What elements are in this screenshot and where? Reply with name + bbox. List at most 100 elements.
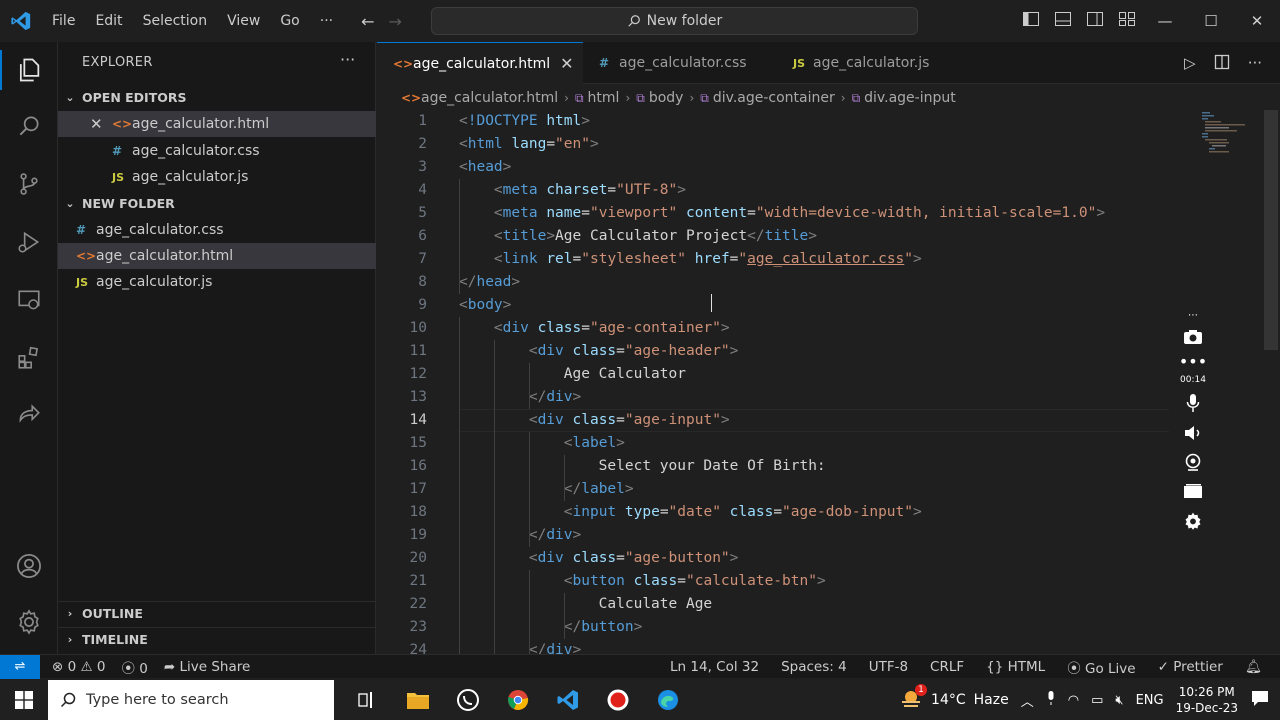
microphone-icon[interactable]: [1186, 393, 1200, 417]
camera-icon[interactable]: [1183, 329, 1203, 349]
open-editor-item[interactable]: ✕ <> age_calculator.html: [58, 111, 376, 137]
wifi-icon[interactable]: ◠: [1068, 693, 1079, 708]
close-window-icon[interactable]: ✕: [1234, 0, 1280, 42]
run-icon[interactable]: ▷: [1184, 54, 1196, 74]
file-tree-item[interactable]: # age_calculator.css: [58, 217, 376, 243]
editor-scrollbar[interactable]: [1264, 110, 1278, 350]
code-line[interactable]: 19 </div>: [377, 524, 1197, 547]
volume-muted-icon[interactable]: 🔇︎: [1115, 693, 1123, 708]
problems-indicator[interactable]: ⊗ 0 ⚠ 0: [52, 659, 106, 675]
webcam-icon[interactable]: [1184, 453, 1202, 475]
code-line[interactable]: 16 Select your Date Of Birth:: [377, 455, 1197, 478]
more-actions-icon[interactable]: ···: [1248, 54, 1262, 74]
chrome-icon[interactable]: [504, 686, 532, 714]
account-icon[interactable]: [0, 542, 58, 590]
speaker-icon[interactable]: [1183, 425, 1203, 445]
language-mode[interactable]: {} HTML: [986, 659, 1045, 675]
window-capture-icon[interactable]: [1183, 483, 1203, 503]
code-line[interactable]: 12 Age Calculator: [377, 363, 1197, 386]
breadcrumb-file[interactable]: age_calculator.html: [421, 90, 558, 106]
task-view-icon[interactable]: [354, 686, 382, 714]
whatsapp-icon[interactable]: [454, 686, 482, 714]
menu-more[interactable]: ···: [310, 0, 343, 42]
menu-view[interactable]: View: [217, 0, 270, 42]
settings-gear-icon[interactable]: [0, 598, 58, 646]
input-language[interactable]: ENG: [1136, 693, 1164, 708]
outline-section[interactable]: › OUTLINE: [58, 601, 376, 625]
network-icon[interactable]: ▭: [1091, 693, 1103, 708]
back-arrow-icon[interactable]: ←: [361, 12, 374, 31]
code-line[interactable]: 1 <!DOCTYPE html>: [377, 110, 1197, 133]
tab-age-calculator-js[interactable]: JS age_calculator.js: [777, 42, 967, 84]
tab-age-calculator-html[interactable]: <> age_calculator.html ✕: [377, 42, 583, 84]
code-line[interactable]: 6 <title>Age Calculator Project</title>: [377, 225, 1197, 248]
code-line[interactable]: 4 <meta charset="UTF-8">: [377, 179, 1197, 202]
folder-section[interactable]: ⌄ NEW FOLDER: [58, 191, 376, 215]
code-line[interactable]: 8 </head>: [377, 271, 1197, 294]
search-activity-icon[interactable]: [0, 102, 58, 150]
menu-edit[interactable]: Edit: [85, 0, 132, 42]
notification-center-icon[interactable]: [1250, 689, 1270, 711]
open-editors-section[interactable]: ⌄ OPEN EDITORS: [58, 85, 376, 109]
live-share-status[interactable]: ➦ Live Share: [164, 659, 250, 675]
code-line[interactable]: 14 <div class="age-input">: [377, 409, 1197, 432]
recorder-settings-icon[interactable]: [1183, 511, 1203, 535]
go-live-button[interactable]: ⦿ Go Live: [1067, 657, 1135, 677]
code-line[interactable]: 23 </button>: [377, 616, 1197, 639]
file-explorer-icon[interactable]: [404, 686, 432, 714]
maximize-icon[interactable]: ☐: [1188, 0, 1234, 42]
encoding[interactable]: UTF-8: [869, 659, 908, 675]
code-line[interactable]: 10 <div class="age-container">: [377, 317, 1197, 340]
microphone-tray-icon[interactable]: [1046, 690, 1056, 710]
code-line[interactable]: 22 Calculate Age: [377, 593, 1197, 616]
menu-file[interactable]: File: [42, 0, 85, 42]
minimize-icon[interactable]: —: [1142, 0, 1188, 42]
close-tab-icon[interactable]: ✕: [560, 54, 573, 73]
vscode-taskbar-icon[interactable]: [554, 686, 582, 714]
menu-go[interactable]: Go: [270, 0, 309, 42]
extensions-icon[interactable]: [0, 334, 58, 382]
minimap[interactable]: [1200, 110, 1270, 654]
code-line[interactable]: 5 <meta name="viewport" content="width=d…: [377, 202, 1197, 225]
breadcrumb-age-container[interactable]: div.age-container: [713, 90, 835, 106]
notifications-bell-icon[interactable]: 🔔︎: [1245, 659, 1262, 675]
run-debug-icon[interactable]: [0, 218, 58, 266]
show-hidden-icons[interactable]: ︿: [1021, 691, 1034, 710]
edge-icon[interactable]: [654, 686, 682, 714]
taskbar-search[interactable]: Type here to search: [48, 680, 334, 720]
indentation[interactable]: Spaces: 4: [781, 659, 847, 675]
explorer-files-icon[interactable]: [0, 46, 58, 94]
toggle-panel-icon[interactable]: [1054, 10, 1074, 30]
breadcrumb-age-input[interactable]: div.age-input: [864, 90, 956, 106]
menu-selection[interactable]: Selection: [133, 0, 218, 42]
weather-widget[interactable]: 1 14°C Haze: [899, 684, 1009, 712]
prettier-status[interactable]: ✓ Prettier: [1158, 659, 1223, 675]
explorer-more-actions[interactable]: ···: [340, 50, 355, 69]
forward-arrow-icon[interactable]: →: [389, 12, 402, 31]
source-control-icon[interactable]: [0, 160, 58, 208]
remote-indicator-icon[interactable]: ⇌: [0, 654, 40, 679]
toggle-secondary-sidebar-icon[interactable]: [1086, 10, 1106, 30]
code-line[interactable]: 21 <button class="calculate-btn">: [377, 570, 1197, 593]
code-line[interactable]: 20 <div class="age-button">: [377, 547, 1197, 570]
customize-layout-icon[interactable]: [1118, 10, 1138, 30]
windows-start-icon[interactable]: [0, 680, 48, 720]
remote-explorer-icon[interactable]: [0, 276, 58, 324]
code-line[interactable]: 18 <input type="date" class="age-dob-inp…: [377, 501, 1197, 524]
toggle-primary-sidebar-icon[interactable]: [1022, 10, 1042, 30]
timeline-section[interactable]: › TIMELINE: [58, 627, 376, 651]
file-tree-item[interactable]: JS age_calculator.js: [58, 269, 376, 295]
clock[interactable]: 10:26 PM 19-Dec-23: [1176, 684, 1238, 716]
line-ending[interactable]: CRLF: [930, 659, 964, 675]
split-editor-icon[interactable]: [1214, 54, 1230, 74]
code-line[interactable]: 13 </div>: [377, 386, 1197, 409]
code-line[interactable]: 17 </label>: [377, 478, 1197, 501]
breadcrumb-html[interactable]: html: [588, 90, 620, 106]
tab-age-calculator-css[interactable]: # age_calculator.css: [583, 42, 777, 84]
code-line[interactable]: 3 <head>: [377, 156, 1197, 179]
code-editor[interactable]: 1 <!DOCTYPE html> 2 <html lang="en"> 3 <head>…: [377, 110, 1197, 654]
code-line[interactable]: 15 <label>: [377, 432, 1197, 455]
command-center-search[interactable]: New folder: [431, 7, 918, 35]
screen-recorder-app-icon[interactable]: [604, 686, 632, 714]
code-line[interactable]: 11 <div class="age-header">: [377, 340, 1197, 363]
